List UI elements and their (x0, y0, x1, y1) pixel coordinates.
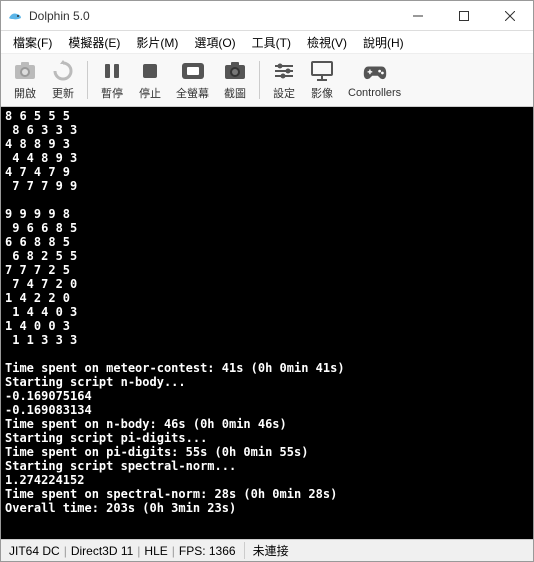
controllers-label: Controllers (348, 87, 401, 99)
status-renderer: Direct3D 11 (67, 544, 137, 558)
menu-file[interactable]: 檔案(F) (5, 32, 60, 53)
pause-button[interactable]: 暫停 (94, 57, 130, 103)
close-button[interactable] (487, 1, 533, 31)
controllers-button[interactable]: Controllers (342, 59, 407, 101)
fullscreen-icon (181, 59, 205, 83)
settings-button[interactable]: 設定 (266, 57, 302, 103)
pause-label: 暫停 (101, 85, 123, 101)
open-label: 開啟 (14, 85, 36, 101)
refresh-icon (51, 59, 75, 83)
monitor-icon (310, 59, 334, 83)
maximize-button[interactable] (441, 1, 487, 31)
refresh-button[interactable]: 更新 (45, 57, 81, 103)
separator (259, 61, 260, 99)
video-button[interactable]: 影像 (304, 57, 340, 103)
screenshot-icon (223, 59, 247, 83)
stop-icon (138, 59, 162, 83)
minimize-button[interactable] (395, 1, 441, 31)
video-label: 影像 (311, 85, 333, 101)
console-output: 8 6 5 5 5 8 6 3 3 3 4 8 8 9 3 4 4 8 9 3 … (1, 107, 533, 539)
fullscreen-button[interactable]: 全螢幕 (170, 57, 215, 103)
statusbar: JIT64 DC | Direct3D 11 | HLE | FPS: 1366… (1, 539, 533, 561)
menu-tools[interactable]: 工具(T) (244, 32, 299, 53)
menu-emulator[interactable]: 模擬器(E) (60, 32, 128, 53)
window-title: Dolphin 5.0 (29, 9, 395, 23)
screenshot-button[interactable]: 截圖 (217, 57, 253, 103)
menu-video[interactable]: 影片(M) (128, 32, 186, 53)
separator (87, 61, 88, 99)
menu-view[interactable]: 檢視(V) (299, 32, 355, 53)
stop-label: 停止 (139, 85, 161, 101)
menubar: 檔案(F) 模擬器(E) 影片(M) 選項(O) 工具(T) 檢視(V) 說明(… (1, 31, 533, 53)
stop-button[interactable]: 停止 (132, 57, 168, 103)
settings-label: 設定 (273, 85, 295, 101)
fullscreen-label: 全螢幕 (176, 85, 209, 101)
sliders-icon (272, 59, 296, 83)
screenshot-label: 截圖 (224, 85, 246, 101)
menu-options[interactable]: 選項(O) (186, 32, 243, 53)
gamepad-icon (363, 61, 387, 85)
status-jit: JIT64 DC (5, 544, 64, 558)
titlebar: Dolphin 5.0 (1, 1, 533, 31)
app-icon (7, 8, 23, 24)
status-mode: HLE (140, 544, 171, 558)
toolbar: 開啟 更新 暫停 停止 全螢幕 截圖 設定 影像 Controllers (1, 53, 533, 107)
window-controls (395, 1, 533, 31)
pause-icon (100, 59, 124, 83)
open-button[interactable]: 開啟 (7, 57, 43, 103)
status-fps: FPS: 1366 (175, 544, 240, 558)
status-connection: 未連接 (244, 542, 293, 559)
camera-icon (13, 59, 37, 83)
refresh-label: 更新 (52, 85, 74, 101)
menu-help[interactable]: 說明(H) (355, 32, 412, 53)
